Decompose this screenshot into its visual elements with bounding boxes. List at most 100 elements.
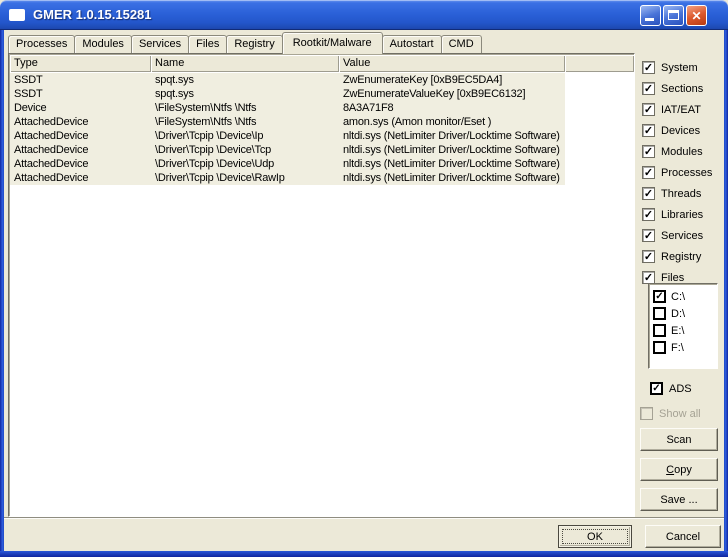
cancel-button[interactable]: Cancel	[645, 525, 721, 548]
cell-type: SSDT	[14, 88, 43, 100]
checkbox-icon	[640, 407, 653, 420]
tab-registry[interactable]: Registry	[226, 35, 283, 53]
save-button[interactable]: Save ...	[640, 488, 718, 511]
drive-label: E:\	[671, 324, 685, 337]
checkbox-icon	[653, 307, 666, 320]
checkbox-label: Sections	[661, 82, 704, 95]
close-icon: ✕	[691, 8, 702, 23]
cell-value: ZwEnumerateValueKey [0xB9EC6132]	[343, 88, 526, 100]
window-border-right	[724, 30, 728, 557]
checkbox-iat-eat[interactable]: ✓ IAT/EAT	[642, 103, 712, 116]
column-header-name[interactable]: Name	[151, 55, 339, 72]
checkbox-label: ADS	[669, 382, 692, 395]
table-row[interactable]: AttachedDevice \Driver\Tcpip \Device\Raw…	[10, 171, 565, 185]
table-body: SSDT spqt.sys ZwEnumerateKey [0xB9EC5DA4…	[10, 73, 634, 185]
window-titlebar[interactable]: GMER 1.0.15.15281 ✕	[0, 0, 728, 30]
checkbox-label: Threads	[661, 187, 702, 200]
checkbox-devices[interactable]: ✓ Devices	[642, 124, 712, 137]
cell-name: \Driver\Tcpip \Device\Ip	[155, 130, 264, 142]
drive-label: F:\	[671, 341, 684, 354]
drive-item-f[interactable]: F:\	[653, 339, 717, 356]
cell-type: SSDT	[14, 74, 43, 86]
checkbox-label: Libraries	[661, 208, 704, 221]
minimize-button[interactable]	[640, 5, 661, 26]
cell-name: spqt.sys	[155, 74, 194, 86]
checkbox-icon: ✓	[642, 124, 655, 137]
tab-strip: Processes Modules Services Files Registr…	[8, 31, 482, 54]
cell-name: \Driver\Tcpip \Device\RawIp	[155, 172, 285, 184]
checkbox-icon: ✓	[653, 290, 666, 303]
cell-type: AttachedDevice	[14, 130, 89, 142]
checkbox-label: Show all	[659, 407, 701, 420]
tab-rootkit-malware[interactable]: Rootkit/Malware	[281, 32, 383, 54]
checkbox-icon: ✓	[642, 103, 655, 116]
checkbox-threads[interactable]: ✓ Threads	[642, 187, 712, 200]
drive-item-c[interactable]: ✓ C:\	[653, 288, 717, 305]
table-row[interactable]: SSDT spqt.sys ZwEnumerateValueKey [0xB9E…	[10, 87, 565, 101]
checkbox-sections[interactable]: ✓ Sections	[642, 82, 712, 95]
cell-value: amon.sys (Amon monitor/Eset )	[343, 116, 492, 128]
cell-name: \Driver\Tcpip \Device\Udp	[155, 158, 275, 170]
ok-button[interactable]: OK	[558, 525, 632, 548]
checkbox-processes[interactable]: ✓ Processes	[642, 166, 712, 179]
scan-button[interactable]: Scan	[640, 428, 718, 451]
table-row[interactable]: AttachedDevice \FileSystem\Ntfs \Ntfs am…	[10, 115, 565, 129]
checkbox-label: Registry	[661, 250, 702, 263]
checkbox-registry[interactable]: ✓ Registry	[642, 250, 712, 263]
cell-value: nltdi.sys (NetLimiter Driver/Locktime So…	[343, 172, 560, 184]
checkbox-label: IAT/EAT	[661, 103, 701, 116]
drive-list: ✓ C:\ D:\ E:\ F:\	[648, 283, 718, 369]
checkbox-label: System	[661, 61, 698, 74]
tab-modules[interactable]: Modules	[74, 35, 132, 53]
table-row[interactable]: AttachedDevice \Driver\Tcpip \Device\Tcp…	[10, 143, 565, 157]
table-row[interactable]: SSDT spqt.sys ZwEnumerateKey [0xB9EC5DA4…	[10, 73, 565, 87]
checkbox-label: Devices	[661, 124, 701, 137]
checkbox-icon	[653, 324, 666, 337]
cell-value: 8A3A71F8	[343, 102, 394, 114]
checkbox-show-all: Show all	[640, 407, 701, 420]
copy-button[interactable]: Copy	[640, 458, 718, 481]
dialog-content: Processes Modules Services Files Registr…	[4, 30, 724, 551]
cell-type: Device	[14, 102, 47, 114]
table-row[interactable]: AttachedDevice \Driver\Tcpip \Device\Ip …	[10, 129, 565, 143]
checkbox-label: Processes	[661, 166, 713, 179]
table-row[interactable]: AttachedDevice \Driver\Tcpip \Device\Udp…	[10, 157, 565, 171]
drive-item-e[interactable]: E:\	[653, 322, 717, 339]
maximize-button[interactable]	[663, 5, 684, 26]
checkbox-system[interactable]: ✓ System	[642, 61, 712, 74]
checkbox-modules[interactable]: ✓ Modules	[642, 145, 712, 158]
tab-services[interactable]: Services	[130, 35, 190, 53]
checkbox-icon	[653, 341, 666, 354]
checkbox-icon: ✓	[642, 187, 655, 200]
checkbox-icon: ✓	[642, 82, 655, 95]
cell-type: AttachedDevice	[14, 116, 89, 128]
checkbox-libraries[interactable]: ✓ Libraries	[642, 208, 712, 221]
checkbox-icon: ✓	[642, 208, 655, 221]
table-header: Type Name Value	[10, 55, 634, 72]
cell-name: \FileSystem\Ntfs \Ntfs	[155, 102, 257, 114]
window-border-bottom	[0, 551, 728, 557]
checkbox-label: Files	[661, 271, 685, 284]
checkbox-services[interactable]: ✓ Services	[642, 229, 712, 242]
column-header-type[interactable]: Type	[10, 55, 151, 72]
cell-value: nltdi.sys (NetLimiter Driver/Locktime So…	[343, 144, 560, 156]
checkbox-ads[interactable]: ✓ ADS	[650, 382, 692, 395]
cell-type: AttachedDevice	[14, 144, 89, 156]
rootkit-results-table: Type Name Value SSDT spqt.sys ZwEnumerat…	[8, 53, 635, 517]
column-header-value[interactable]: Value	[339, 55, 565, 72]
tab-files[interactable]: Files	[188, 35, 228, 53]
cell-type: AttachedDevice	[14, 158, 89, 170]
scan-options-panel: ✓ System ✓ Sections ✓ IAT/EAT ✓ Devices …	[642, 61, 712, 292]
gmer-window: GMER 1.0.15.15281 ✕ Processes Modules Se…	[0, 0, 728, 557]
tab-autostart[interactable]: Autostart	[381, 35, 442, 53]
drive-item-d[interactable]: D:\	[653, 305, 717, 322]
table-row[interactable]: Device \FileSystem\Ntfs \Ntfs 8A3A71F8	[10, 101, 565, 115]
cell-value: nltdi.sys (NetLimiter Driver/Locktime So…	[343, 130, 560, 142]
maximize-icon	[668, 10, 679, 20]
checkbox-icon: ✓	[642, 250, 655, 263]
drive-label: D:\	[671, 307, 686, 320]
tab-cmd[interactable]: CMD	[440, 35, 482, 53]
cell-name: \Driver\Tcpip \Device\Tcp	[155, 144, 272, 156]
tab-processes[interactable]: Processes	[8, 35, 76, 53]
close-button[interactable]: ✕	[686, 5, 707, 26]
